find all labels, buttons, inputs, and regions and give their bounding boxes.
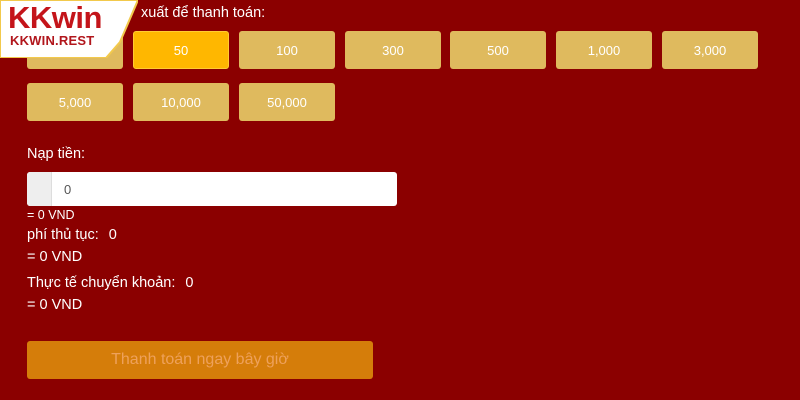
fee-converted: = 0 VND (27, 249, 83, 265)
amount-button-300[interactable]: 300 (345, 31, 441, 69)
logo-domain: KKWIN.REST (10, 33, 95, 48)
amount-button-10000[interactable]: 10,000 (133, 83, 229, 121)
deposit-input-addon (27, 172, 52, 206)
payment-page: 50 100 300 500 1,000 3,000 5,000 10,000 … (0, 0, 800, 400)
amount-button-label: 5,000 (58, 94, 92, 110)
amount-button-label: 50,000 (267, 94, 307, 110)
deposit-label: Nạp tiền: (27, 146, 86, 162)
amount-button-50[interactable]: 50 (133, 31, 229, 69)
amount-button-label: 500 (487, 42, 509, 58)
amount-button-label: 300 (382, 42, 404, 58)
section-title: xuất để thanh toán: (141, 5, 266, 21)
brand-logo: KKwin KKWIN.REST (0, 0, 138, 58)
fee-label: phí thủ tục: (27, 227, 99, 243)
logo-kk: KK (8, 0, 52, 35)
amount-button-label: 10,000 (161, 94, 201, 110)
logo-wordmark: KKwin (8, 2, 132, 33)
amount-button-500[interactable]: 500 (450, 31, 546, 69)
amount-button-1000[interactable]: 1,000 (556, 31, 652, 69)
deposit-amount-input[interactable] (52, 172, 397, 206)
logo-text: KKwin KKWIN.REST (8, 2, 132, 47)
amount-button-label: 50 (173, 42, 189, 58)
actual-transfer-converted: = 0 VND (27, 297, 83, 313)
amount-button-5000[interactable]: 5,000 (27, 83, 123, 121)
fee-value: 0 (108, 227, 117, 243)
deposit-converted: = 0 VND (27, 208, 75, 222)
actual-transfer-row: Thực tế chuyển khoản: 0 (27, 275, 193, 291)
amount-button-label: 100 (276, 42, 298, 58)
actual-transfer-value: 0 (185, 275, 194, 291)
actual-transfer-label: Thực tế chuyển khoản: (27, 275, 176, 291)
amount-button-3000[interactable]: 3,000 (662, 31, 758, 69)
deposit-input-group (27, 172, 397, 206)
pay-now-button[interactable]: Thanh toán ngay bây giờ (27, 341, 373, 379)
fee-row: phí thủ tục: 0 (27, 227, 117, 243)
amount-button-100[interactable]: 100 (239, 31, 335, 69)
pay-now-button-label: Thanh toán ngay bây giờ (111, 351, 289, 368)
amount-button-label: 1,000 (587, 42, 621, 58)
amount-button-50000[interactable]: 50,000 (239, 83, 335, 121)
logo-win: win (51, 0, 103, 35)
amount-button-label: 3,000 (693, 42, 727, 58)
